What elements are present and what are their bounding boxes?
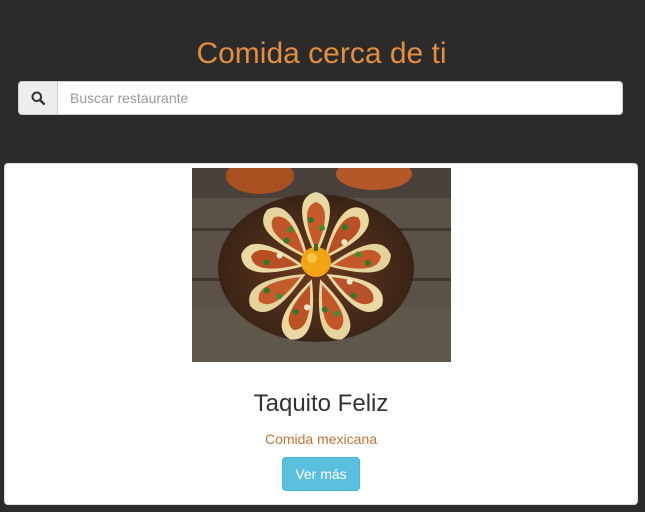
- page: Comida cerca de ti Buscar restaurante Ta…: [0, 0, 645, 512]
- tacos-photo: [192, 168, 451, 362]
- restaurant-card: Taquito Feliz Comida mexicana Ver más: [4, 163, 638, 505]
- restaurant-name: Taquito Feliz: [253, 390, 389, 417]
- view-more-button[interactable]: Ver más: [282, 457, 360, 491]
- page-title: Comida cerca de ti: [196, 37, 447, 70]
- search-button[interactable]: [18, 81, 57, 115]
- restaurant-category: Comida mexicana: [264, 431, 378, 447]
- search-icon: [31, 91, 45, 105]
- search-group: [18, 81, 623, 115]
- restaurant-image[interactable]: [192, 168, 451, 362]
- search-input[interactable]: [57, 81, 623, 115]
